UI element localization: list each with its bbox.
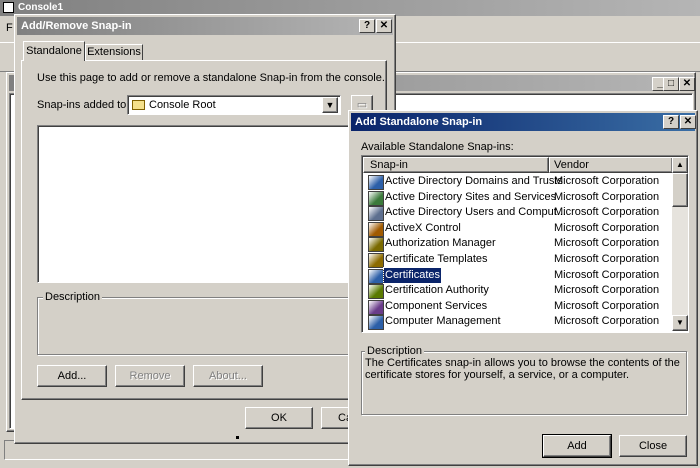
description-group	[37, 297, 377, 355]
add-standalone-titlebar: Add Standalone Snap-in	[351, 113, 695, 131]
tab-standalone-label: Standalone	[26, 45, 82, 57]
computer-management-icon	[368, 315, 384, 331]
column-vendor-label: Vendor	[554, 159, 589, 171]
list-item-name: Authorization Manager	[385, 237, 496, 250]
description-label: Description	[43, 291, 103, 303]
console-title: Console1	[18, 2, 64, 13]
standalone-description-label: Description	[365, 345, 425, 357]
vertical-scrollbar[interactable]: ▲ ▼	[672, 157, 688, 331]
chevron-down-icon[interactable]: ▼	[322, 97, 338, 113]
tab-extensions-label: Extensions	[87, 46, 141, 58]
standalone-close-button[interactable]: Close	[619, 435, 687, 457]
list-item-name: Active Directory Sites and Services	[385, 190, 557, 203]
remove-button[interactable]: Remove	[115, 365, 185, 387]
list-item[interactable]: Active Directory Domains and Trusts Micro…	[364, 174, 670, 190]
scroll-thumb[interactable]	[672, 173, 688, 207]
intro-text: Use this page to add or remove a standal…	[37, 72, 385, 84]
tab-extensions[interactable]: Extensions	[85, 44, 143, 61]
list-item[interactable]: Active Directory Sites and Services Micro…	[364, 190, 670, 206]
resize-grip	[236, 436, 239, 439]
listview-rows: Active Directory Domains and Trusts Micro…	[364, 174, 670, 332]
ok-button[interactable]: OK	[245, 407, 313, 429]
help-button[interactable]: ?	[663, 115, 679, 129]
cert-authority-icon	[368, 284, 384, 300]
standalone-add-button[interactable]: Add	[542, 434, 612, 458]
add-remove-titlebar: Add/Remove Snap-in	[17, 17, 393, 35]
available-label: Available Standalone Snap-ins:	[361, 141, 514, 153]
column-snapin-label: Snap-in	[370, 159, 408, 171]
list-item[interactable]: Active Directory Users and Comput... Micr…	[364, 205, 670, 222]
add-remove-title: Add/Remove Snap-in	[21, 20, 132, 32]
list-item-name: Certificates	[382, 266, 443, 285]
list-item[interactable]: Authorization Manager Microsoft Corporati…	[364, 236, 670, 253]
list-item[interactable]: Certificates Microsoft Corporation	[364, 266, 670, 285]
list-item[interactable]: ActiveX Control Microsoft Corporation	[364, 221, 670, 237]
activex-icon	[368, 221, 384, 237]
list-item-name: Certification Authority	[385, 284, 489, 297]
list-item-vendor: Microsoft Corporation	[554, 206, 660, 219]
snapins-added-value: Console Root	[149, 99, 216, 111]
component-services-icon	[368, 299, 384, 315]
help-button[interactable]: ?	[359, 19, 375, 33]
authorization-icon	[368, 237, 384, 253]
list-item-vendor: Microsoft Corporation	[554, 190, 660, 203]
add-remove-dialog: Add/Remove Snap-in ? ✕ Standalone Extens…	[14, 14, 396, 444]
listview-header: Snap-in Vendor	[363, 157, 673, 173]
standalone-description-text: The Certificates snap-in allows you to b…	[365, 357, 680, 381]
close-child-button[interactable]: ✕	[679, 77, 695, 91]
list-item-vendor: Microsoft Corporation	[554, 268, 660, 281]
list-item-vendor: Microsoft Corporation	[554, 253, 660, 265]
close-dialog-button[interactable]: ✕	[376, 19, 392, 33]
add-standalone-dialog: Add Standalone Snap-in ? ✕ Available Sta…	[348, 110, 698, 466]
list-item-vendor: Microsoft Corporation	[554, 221, 660, 234]
list-item-vendor: Microsoft Corporation	[554, 299, 660, 312]
snapins-added-dropdown[interactable]: Console Root ▼	[127, 95, 341, 115]
list-item[interactable]: Component Services Microsoft Corporation	[364, 299, 670, 315]
maximize-button[interactable]: □	[663, 77, 679, 91]
list-item-vendor: Microsoft Corporation	[554, 315, 660, 328]
scroll-down-button[interactable]: ▼	[672, 315, 688, 331]
about-button[interactable]: About...	[193, 365, 263, 387]
cert-templates-icon	[368, 253, 384, 268]
ad-sites-icon	[368, 190, 384, 206]
list-item[interactable]: Certification Authority Microsoft Corpora…	[364, 283, 670, 300]
list-item-name: Component Services	[385, 299, 488, 312]
list-item-vendor: Microsoft Corporation	[554, 284, 660, 297]
folder-icon	[132, 100, 145, 110]
list-item-name: ActiveX Control	[385, 221, 461, 234]
add-button[interactable]: Add...	[37, 365, 107, 387]
list-item-vendor: Microsoft Corporation	[554, 237, 660, 250]
snapins-list[interactable]	[37, 125, 377, 283]
column-vendor[interactable]: Vendor	[549, 157, 673, 173]
scroll-up-button[interactable]: ▲	[672, 157, 688, 173]
list-item-name: Certificate Templates	[385, 253, 488, 265]
snapins-added-label: Snap-ins added to:	[37, 99, 129, 111]
close-dialog-button[interactable]: ✕	[680, 115, 696, 129]
list-item[interactable]: Computer Management Microsoft Corporation	[364, 314, 670, 331]
ad-users-icon	[368, 206, 384, 222]
snapin-listview[interactable]: Snap-in Vendor Active Directory Domains …	[361, 155, 689, 333]
list-item-name: Active Directory Domains and Trusts	[385, 175, 563, 187]
ad-domains-icon	[368, 175, 384, 190]
console-app-icon	[3, 2, 14, 13]
certificates-icon	[368, 268, 384, 284]
add-standalone-title: Add Standalone Snap-in	[355, 116, 483, 128]
snapins-added-label-text: Snap-ins added to:	[37, 99, 130, 111]
column-snapin[interactable]: Snap-in	[363, 157, 549, 173]
tab-standalone[interactable]: Standalone	[23, 41, 85, 61]
list-item[interactable]: Certificate Templates Microsoft Corporati…	[364, 252, 670, 268]
console-menu-letter[interactable]: F	[6, 22, 13, 34]
list-item-vendor: Microsoft Corporation	[554, 175, 660, 187]
list-item-name: Computer Management	[385, 315, 501, 328]
list-item-name: Active Directory Users and Comput...	[385, 206, 566, 219]
